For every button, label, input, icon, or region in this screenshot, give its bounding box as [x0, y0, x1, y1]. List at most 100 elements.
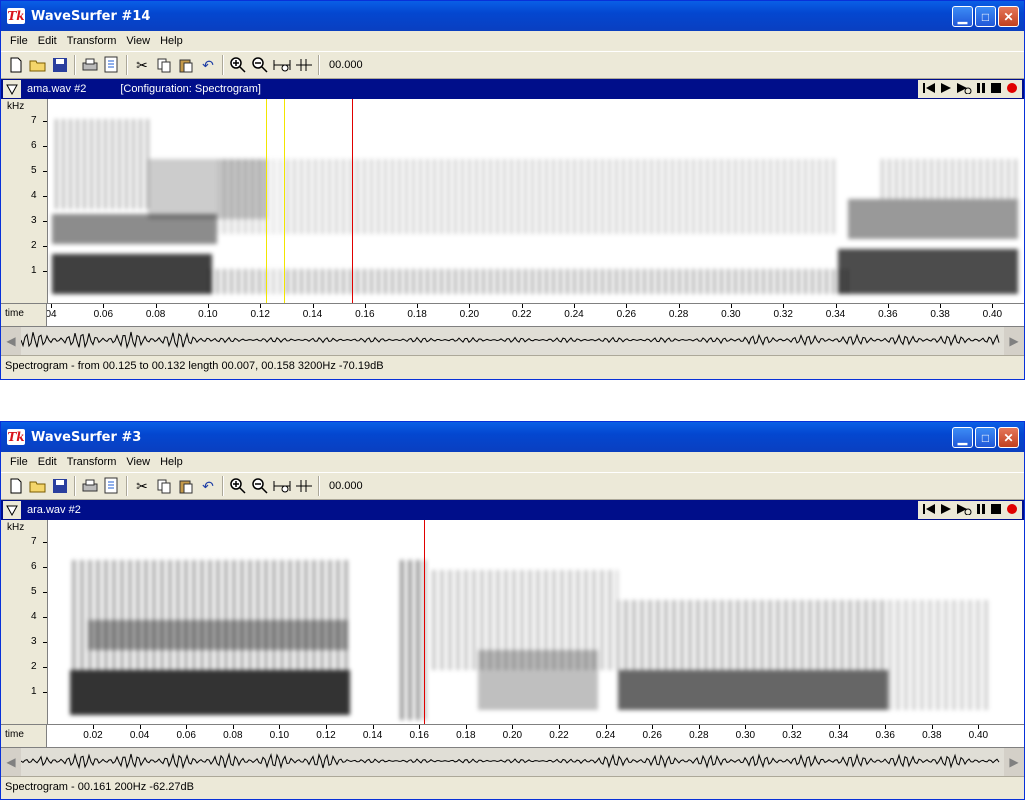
properties-icon[interactable]: [101, 54, 123, 76]
y-tick-label: 2: [31, 661, 37, 672]
menu-edit[interactable]: Edit: [33, 35, 62, 47]
new-file-icon[interactable]: [5, 475, 27, 497]
zoom-in-icon[interactable]: [227, 475, 249, 497]
selection-end-marker[interactable]: [284, 99, 285, 303]
copy-icon[interactable]: [153, 475, 175, 497]
time-tick: [155, 304, 157, 308]
play-loop-icon[interactable]: [956, 82, 972, 97]
title-bar[interactable]: Tk WaveSurfer #14 ▁ □ ✕: [1, 1, 1024, 31]
print-icon[interactable]: [79, 475, 101, 497]
play-loop-icon[interactable]: [956, 503, 972, 518]
scroll-left-icon[interactable]: ◀: [1, 748, 21, 776]
menu-bar: File Edit Transform View Help: [1, 452, 1024, 472]
time-tick-label: 0.14: [362, 730, 383, 741]
collapse-triangle-icon[interactable]: [3, 80, 21, 98]
time-tick: [326, 725, 327, 729]
collapse-triangle-icon[interactable]: [3, 501, 21, 519]
time-tick: [139, 725, 141, 729]
maximize-button[interactable]: □: [975, 427, 996, 448]
time-tick-label: 0.30: [735, 730, 756, 741]
save-icon[interactable]: [49, 475, 71, 497]
time-tick: [103, 304, 105, 308]
time-tick-label: 0.12: [316, 730, 336, 741]
new-file-icon[interactable]: [5, 54, 27, 76]
zoom-selection-icon[interactable]: [293, 54, 315, 76]
waveform-overview[interactable]: [21, 327, 1004, 355]
time-tick-label: 0.28: [668, 309, 689, 320]
time-tick-label: 0.32: [782, 730, 802, 741]
properties-icon[interactable]: [101, 475, 123, 497]
time-axis-row: time 04 0.06 0.08 0.10 0.12 0.14 0.16 0.18 0.20 0…: [1, 303, 1024, 326]
scroll-right-icon[interactable]: ▶: [1004, 748, 1024, 776]
menu-file[interactable]: File: [5, 35, 33, 47]
menu-edit[interactable]: Edit: [33, 456, 62, 468]
minimize-button[interactable]: ▁: [952, 6, 973, 27]
time-tick: [417, 304, 419, 308]
waveform-scroller[interactable]: ◀ ▶: [1, 326, 1024, 355]
time-tick: [512, 725, 514, 729]
zoom-fit-icon[interactable]: [271, 54, 293, 76]
frequency-axis: kHz 7 6 5 4 3 2 1: [1, 99, 48, 303]
undo-icon[interactable]: ↶: [197, 54, 219, 76]
rewind-icon[interactable]: [922, 82, 936, 97]
open-folder-icon[interactable]: [27, 475, 49, 497]
stop-icon[interactable]: [990, 82, 1002, 97]
play-icon[interactable]: [940, 503, 952, 518]
time-tick-label: 0.24: [595, 730, 616, 741]
playback-cursor[interactable]: [352, 99, 353, 303]
zoom-out-icon[interactable]: [249, 54, 271, 76]
y-tick: [43, 121, 47, 122]
pause-icon[interactable]: [976, 503, 986, 518]
selection-start-marker[interactable]: [266, 99, 267, 303]
menu-view[interactable]: View: [121, 35, 155, 47]
wavesurfer-window-14: Tk WaveSurfer #14 ▁ □ ✕ File Edit Transf…: [0, 0, 1025, 380]
spectrogram-view[interactable]: [48, 99, 1024, 303]
pause-icon[interactable]: [976, 82, 986, 97]
paste-icon[interactable]: [175, 475, 197, 497]
cut-icon[interactable]: ✂: [131, 475, 153, 497]
y-tick-label: 7: [31, 536, 37, 547]
zoom-out-icon[interactable]: [249, 475, 271, 497]
playback-cursor[interactable]: [424, 520, 425, 724]
print-icon[interactable]: [79, 54, 101, 76]
zoom-fit-icon[interactable]: [271, 475, 293, 497]
menu-transform[interactable]: Transform: [62, 35, 122, 47]
waveform-overview[interactable]: [21, 748, 1004, 776]
y-tick: [43, 246, 47, 247]
paste-icon[interactable]: [175, 54, 197, 76]
time-tick: [207, 304, 209, 308]
record-icon[interactable]: [1006, 82, 1018, 97]
stop-icon[interactable]: [990, 503, 1002, 518]
open-folder-icon[interactable]: [27, 54, 49, 76]
undo-icon[interactable]: ↶: [197, 475, 219, 497]
close-button[interactable]: ✕: [998, 427, 1019, 448]
scroll-left-icon[interactable]: ◀: [1, 327, 21, 355]
zoom-selection-icon[interactable]: [293, 475, 315, 497]
time-tick: [279, 725, 281, 729]
rewind-icon[interactable]: [922, 503, 936, 518]
save-icon[interactable]: [49, 54, 71, 76]
minimize-button[interactable]: ▁: [952, 427, 973, 448]
menu-help[interactable]: Help: [155, 456, 188, 468]
time-tick-label: 0.34: [828, 730, 849, 741]
y-tick: [43, 221, 47, 222]
zoom-in-icon[interactable]: [227, 54, 249, 76]
menu-transform[interactable]: Transform: [62, 456, 122, 468]
time-tick-label: 0.06: [176, 730, 196, 741]
maximize-button[interactable]: □: [975, 6, 996, 27]
waveform-scroller[interactable]: ◀ ▶: [1, 747, 1024, 776]
play-icon[interactable]: [940, 82, 952, 97]
tk-logo-icon: Tk: [7, 8, 25, 24]
title-bar[interactable]: Tk WaveSurfer #3 ▁ □ ✕: [1, 422, 1024, 452]
menu-help[interactable]: Help: [155, 35, 188, 47]
menu-file[interactable]: File: [5, 456, 33, 468]
record-icon[interactable]: [1006, 503, 1018, 518]
copy-icon[interactable]: [153, 54, 175, 76]
time-tick-label: 0.10: [269, 730, 290, 741]
scroll-right-icon[interactable]: ▶: [1004, 327, 1024, 355]
y-tick: [43, 271, 47, 272]
spectrogram-view[interactable]: [48, 520, 1024, 724]
menu-view[interactable]: View: [121, 456, 155, 468]
cut-icon[interactable]: ✂: [131, 54, 153, 76]
close-button[interactable]: ✕: [998, 6, 1019, 27]
